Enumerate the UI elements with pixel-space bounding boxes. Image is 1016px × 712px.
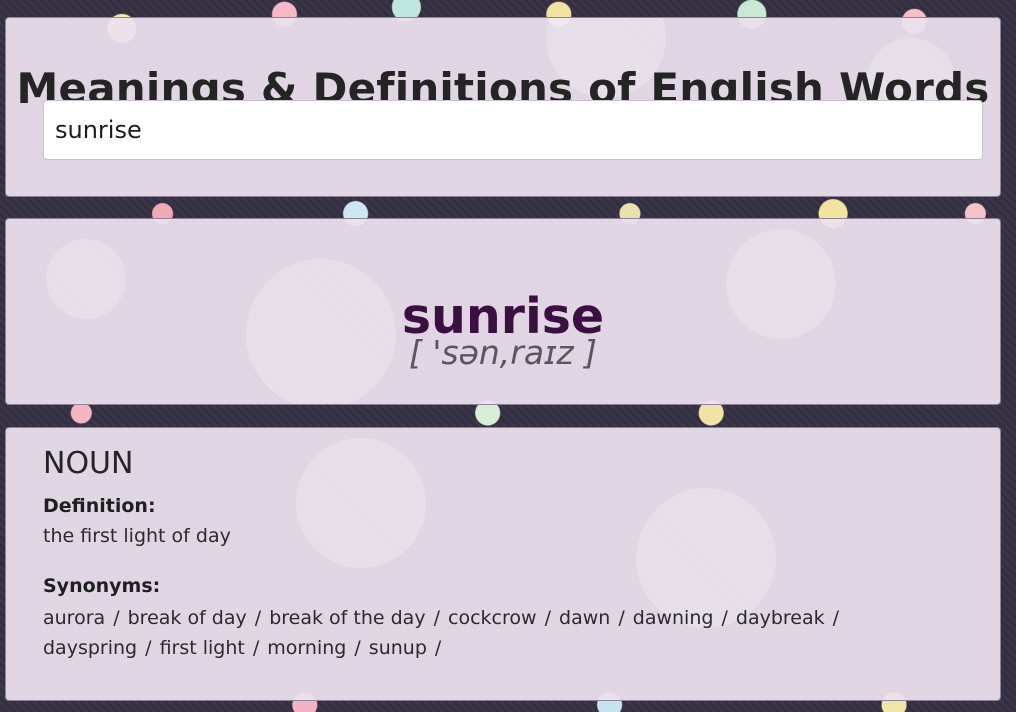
synonym-separator: / (428, 637, 442, 659)
part-of-speech: NOUN (43, 446, 134, 481)
decorative-blob (296, 438, 426, 568)
synonym-separator: / (107, 607, 120, 629)
synonym-text: daybreak (735, 607, 825, 629)
search-input[interactable] (43, 100, 983, 160)
synonym-text: dayspring (43, 637, 138, 659)
synonym-text: morning (267, 637, 347, 659)
synonyms-list: aurora / break of day / break of the day /… (43, 603, 943, 663)
synonym-separator: / (139, 637, 152, 659)
synonym-separator: / (826, 607, 840, 629)
synonym-text: aurora (43, 607, 106, 629)
synonym-text: dawning (632, 607, 714, 629)
synonym-text: sunup (368, 637, 427, 659)
synonym-text: first light (159, 637, 245, 659)
synonyms-label: Synonyms: (43, 575, 161, 597)
synonym-link[interactable]: dawn / (559, 603, 625, 633)
synonym-link[interactable]: sunup / (369, 633, 442, 663)
definition-label: Definition: (43, 495, 156, 517)
synonym-text: break of the day (269, 607, 426, 629)
synonym-separator: / (248, 607, 262, 629)
synonym-link[interactable]: daybreak / (736, 603, 839, 633)
synonym-separator: / (715, 607, 728, 629)
synonym-separator: / (427, 607, 441, 629)
synonym-link[interactable]: break of day / (128, 603, 262, 633)
phonetic-transcription: [ 'sən,raɪz ] (408, 333, 598, 372)
synonym-separator: / (612, 607, 625, 629)
synonym-separator: / (246, 637, 260, 659)
word-panel: sunrise [ 'sən,raɪz ] (5, 218, 1001, 405)
synonym-link[interactable]: cockcrow / (448, 603, 551, 633)
synonym-text: dawn (559, 607, 611, 629)
synonym-link[interactable]: first light / (160, 633, 260, 663)
synonym-link[interactable]: dawning / (633, 603, 728, 633)
synonym-separator: / (348, 637, 361, 659)
synonym-link[interactable]: dayspring / (43, 633, 152, 663)
meaning-panel: NOUN Definition: the first light of day … (5, 427, 1001, 701)
synonym-text: cockcrow (448, 607, 537, 629)
synonym-text: break of day (127, 607, 247, 629)
synonym-separator: / (538, 607, 552, 629)
search-panel: Meanings & Definitions of English Words (5, 17, 1001, 197)
synonym-link[interactable]: aurora / (43, 603, 120, 633)
synonym-link[interactable]: morning / (267, 633, 361, 663)
definition-text: the first light of day (43, 525, 231, 547)
synonym-link[interactable]: break of the day / (269, 603, 440, 633)
